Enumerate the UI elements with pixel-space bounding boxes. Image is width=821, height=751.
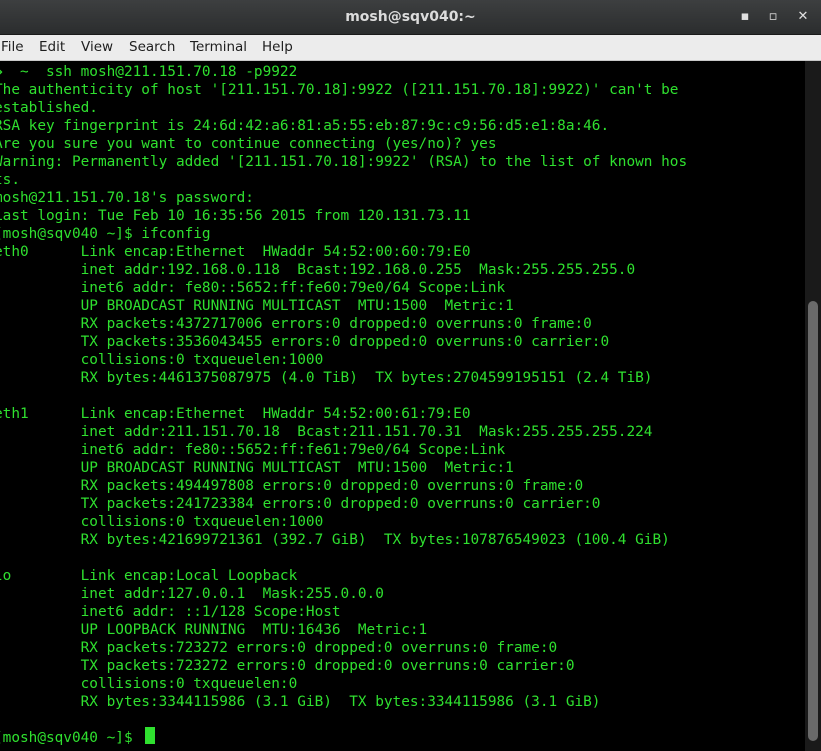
terminal-line: mosh@211.151.70.18's password: [0,190,254,206]
text-cursor [145,727,155,744]
menu-search[interactable]: Search [129,39,175,55]
close-button[interactable]: ✕ [794,8,812,26]
terminal-line: inet6 addr: fe80::5652:ff:fe61:79e0/64 S… [0,442,506,458]
terminal-line: eth0 Link encap:Ethernet HWaddr 54:52:00… [0,244,471,260]
terminal-line: RX bytes:421699721361 (392.7 GiB) TX byt… [0,532,670,548]
terminal-line: Warning: Permanently added '[211.151.70.… [0,154,688,170]
terminal-line: [mosh@sqv040 ~]$ ifconfig [0,226,211,242]
terminal-line: inet addr:211.151.70.18 Bcast:211.151.70… [0,424,653,440]
terminal-line: established. [0,100,98,116]
terminal-line: The authenticity of host '[211.151.70.18… [0,82,679,98]
terminal-line: collisions:0 txqueuelen:1000 [0,352,324,368]
terminal-line: eth1 Link encap:Ethernet HWaddr 54:52:00… [0,406,471,422]
terminal-line: TX packets:3536043455 errors:0 dropped:0… [0,334,610,350]
menu-view[interactable]: View [81,39,113,55]
terminal-line: Are you sure you want to continue connec… [0,136,497,152]
terminal-line: inet addr:127.0.0.1 Mask:255.0.0.0 [0,586,384,602]
terminal-line: collisions:0 txqueuelen:0 [0,676,298,692]
terminal-line: UP BROADCAST RUNNING MULTICAST MTU:1500 … [0,460,514,476]
terminal-line: RX bytes:4461375087975 (4.0 TiB) TX byte… [0,370,653,386]
terminal-line: [mosh@sqv040 ~]$ [0,730,142,746]
minimize-button[interactable]: ▪ [736,8,754,26]
terminal-output[interactable]: → ~ ssh mosh@211.151.70.18 -p9922 The aut… [0,61,805,751]
scrollbar[interactable] [805,61,821,751]
window-titlebar[interactable]: mosh@sqv040:~ ▪ ▫ ✕ [0,0,821,35]
terminal-line: inet6 addr: fe80::5652:ff:fe60:79e0/64 S… [0,280,506,296]
terminal-line: TX packets:723272 errors:0 dropped:0 ove… [0,658,575,674]
terminal-line: RX bytes:3344115986 (3.1 GiB) TX bytes:3… [0,694,601,710]
menu-edit[interactable]: Edit [39,39,65,55]
terminal-line: RX packets:4372717006 errors:0 dropped:0… [0,316,592,332]
terminal-line: RSA key fingerprint is 24:6d:42:a6:81:a5… [0,118,610,134]
menu-bar: File Edit View Search Terminal Help [0,35,821,61]
terminal-line: inet6 addr: ::1/128 Scope:Host [0,604,341,620]
maximize-button[interactable]: ▫ [764,8,782,26]
terminal-line: inet addr:192.168.0.118 Bcast:192.168.0.… [0,262,636,278]
terminal-line: RX packets:723272 errors:0 dropped:0 ove… [0,640,558,656]
menu-file[interactable]: File [1,39,24,55]
terminal-line: lo Link encap:Local Loopback [0,568,298,584]
terminal-line: TX packets:241723384 errors:0 dropped:0 … [0,496,601,512]
terminal-line: Last login: Tue Feb 10 16:35:56 2015 fro… [0,208,471,224]
menu-terminal[interactable]: Terminal [190,39,247,55]
terminal-line: collisions:0 txqueuelen:1000 [0,514,324,530]
terminal-line: → ~ ssh mosh@211.151.70.18 -p9922 [0,64,298,80]
terminal-line: ts. [0,172,20,188]
scrollbar-thumb[interactable] [808,301,818,741]
window-title: mosh@sqv040:~ [345,9,476,25]
terminal-line: UP LOOPBACK RUNNING MTU:16436 Metric:1 [0,622,428,638]
menu-help[interactable]: Help [262,39,293,55]
terminal-line: UP BROADCAST RUNNING MULTICAST MTU:1500 … [0,298,514,314]
terminal-line: RX packets:494497808 errors:0 dropped:0 … [0,478,584,494]
